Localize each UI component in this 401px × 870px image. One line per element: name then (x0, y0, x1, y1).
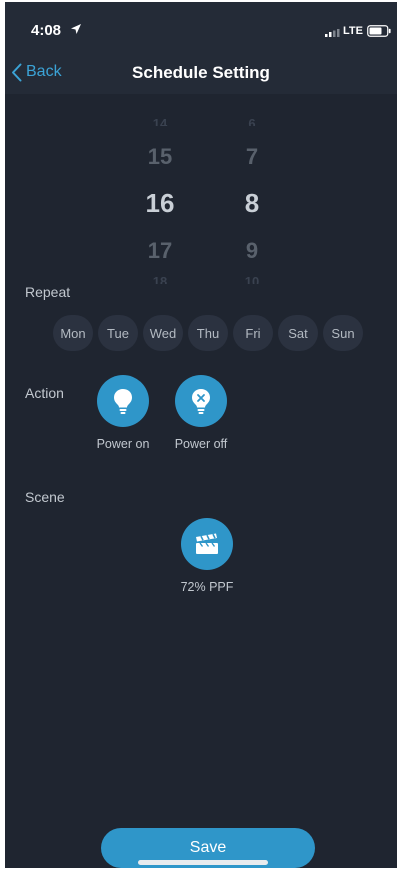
scene-circle (181, 518, 233, 570)
day-mon[interactable]: Mon (53, 315, 93, 351)
selected-hour[interactable]: 16 (130, 188, 190, 219)
minute-option[interactable]: 9 (222, 238, 282, 264)
minute-option[interactable]: 6 (222, 116, 282, 126)
time-picker[interactable]: 14 15 16 17 18 6 7 8 9 10 (5, 114, 397, 286)
hour-option[interactable]: 15 (130, 144, 190, 170)
hour-option[interactable]: 14 (130, 116, 190, 126)
status-bar: 4:08 LTE (5, 2, 397, 52)
day-tue[interactable]: Tue (98, 315, 138, 351)
selected-minute[interactable]: 8 (222, 188, 282, 219)
scene-label: Scene (25, 489, 65, 505)
power-off-circle (175, 375, 227, 427)
home-indicator (138, 860, 268, 865)
lightbulb-icon (114, 389, 132, 414)
repeat-label: Repeat (25, 284, 71, 300)
repeat-days: Mon Tue Wed Thu Fri Sat Sun (53, 315, 368, 351)
lightbulb-off-icon (192, 389, 210, 414)
day-sun[interactable]: Sun (323, 315, 363, 351)
nav-bar: Back Schedule Setting (5, 52, 397, 94)
scene-item-label: 72% PPF (180, 580, 234, 594)
status-time: 4:08 (31, 22, 62, 39)
power-on-circle (97, 375, 149, 427)
page-title: Schedule Setting (132, 63, 270, 82)
power-on-button[interactable]: Power on (83, 375, 163, 451)
day-thu[interactable]: Thu (188, 315, 228, 351)
battery-icon (367, 25, 391, 37)
hour-option[interactable]: 18 (130, 274, 190, 284)
minute-option[interactable]: 7 (222, 144, 282, 170)
action-label: Action (25, 385, 64, 401)
network-type: LTE (343, 25, 363, 37)
clapperboard-icon (196, 533, 218, 554)
power-off-label: Power off (174, 437, 228, 451)
phone-screen: 4:08 LTE Back Schedule Setting 14 15 16 … (5, 2, 397, 868)
hour-option[interactable]: 17 (130, 238, 190, 264)
day-fri[interactable]: Fri (233, 315, 273, 351)
day-sat[interactable]: Sat (278, 315, 318, 351)
power-off-button[interactable]: Power off (161, 375, 241, 451)
power-on-label: Power on (96, 437, 150, 451)
minute-option[interactable]: 10 (222, 274, 282, 284)
day-wed[interactable]: Wed (143, 315, 183, 351)
scene-button[interactable]: 72% PPF (167, 518, 247, 594)
signal-icon (325, 29, 340, 37)
location-arrow-icon (71, 24, 81, 34)
